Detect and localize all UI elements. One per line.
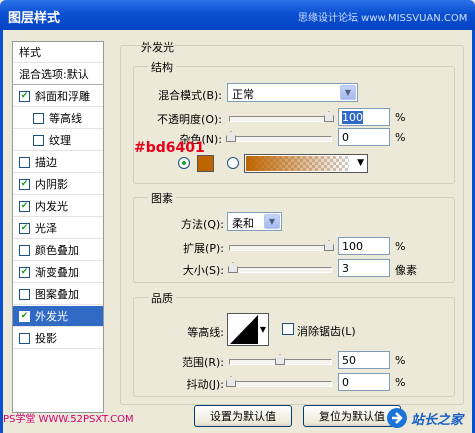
logo-arrow-icon [387, 408, 407, 428]
checkbox-icon[interactable] [33, 112, 44, 124]
antialias-checkbox[interactable] [282, 323, 294, 335]
sidebar-item[interactable]: 描边 [13, 152, 103, 173]
size-label: 大小(S): [182, 264, 224, 277]
gradient-radio[interactable] [227, 157, 239, 169]
checkbox-icon[interactable] [33, 134, 44, 146]
opacity-label: 不透明度(O): [157, 113, 222, 126]
noise-input[interactable]: 0 [338, 128, 390, 146]
bottom-watermark: PS学堂 WWW.52PSXT.COM [3, 414, 134, 425]
range-label: 范围(R): [182, 356, 224, 369]
checked-checkbox-icon[interactable]: ✔ [19, 222, 30, 234]
opacity-unit: % [395, 111, 406, 124]
opacity-value: 100 [342, 111, 363, 124]
sidebar-item-label: 光泽 [35, 222, 57, 235]
sidebar-item-label: 内阴影 [35, 178, 68, 191]
set-default-button[interactable]: 设置为默认值 [194, 405, 292, 427]
sidebar-item[interactable]: ✔ 外发光 [13, 306, 103, 327]
sidebar-item-label: 描边 [35, 156, 57, 169]
noise-unit: % [395, 131, 406, 144]
blend-mode-value: 正常 [232, 88, 254, 101]
quality-title: 品质 [148, 290, 176, 306]
gradient-picker[interactable]: ▼ [244, 154, 368, 173]
range-input[interactable]: 50 [338, 351, 390, 369]
size-unit: 像素 [395, 264, 417, 277]
elements-title: 图素 [148, 190, 176, 206]
sidebar-item[interactable]: ✔ 渐变叠加 [13, 262, 103, 283]
blend-options-item[interactable]: 混合选项:默认 [13, 64, 103, 85]
gradient-preview [246, 156, 349, 171]
blend-mode-label: 混合模式(B): [158, 89, 222, 102]
contour-label: 等高线: [187, 326, 224, 339]
triangle-down-icon: ▼ [259, 325, 266, 334]
radio-dot [182, 161, 186, 165]
sidebar-item-label: 外发光 [35, 310, 68, 323]
opacity-input[interactable]: 100 [338, 108, 390, 126]
triangle-down-icon: ▼ [357, 158, 364, 168]
structure-title: 结构 [148, 59, 176, 75]
contour-picker[interactable]: ▼ [227, 313, 269, 346]
chevron-down-icon: ▼ [340, 85, 356, 100]
spread-slider[interactable] [229, 240, 334, 251]
sidebar-item[interactable]: 颜色叠加 [13, 240, 103, 261]
spread-label: 扩展(P): [183, 242, 224, 255]
checkbox-icon[interactable] [19, 156, 30, 168]
jitter-input[interactable]: 0 [338, 373, 390, 391]
title-bar: 图层样式 思缘设计论坛 www.MISSVUAN.COM [0, 0, 475, 30]
checked-checkbox-icon[interactable]: ✔ [19, 310, 30, 322]
checkbox-icon[interactable] [19, 332, 30, 344]
antialias-label: 消除锯齿(L) [297, 325, 356, 338]
color-annotation: #bd6401 [134, 140, 205, 156]
sidebar-item-label: 内发光 [35, 200, 68, 213]
checked-checkbox-icon[interactable]: ✔ [19, 266, 30, 278]
checkbox-icon[interactable] [19, 244, 30, 256]
noise-slider[interactable] [226, 131, 332, 142]
jitter-unit: % [395, 376, 406, 389]
styles-header[interactable]: 样式 [13, 42, 103, 63]
jitter-label: 抖动(J): [186, 378, 224, 391]
method-label: 方法(Q): [181, 218, 224, 231]
range-slider[interactable] [229, 354, 332, 365]
sidebar-item-label: 纹理 [49, 134, 71, 147]
opacity-slider[interactable] [229, 111, 334, 122]
chevron-down-icon: ▼ [264, 214, 280, 229]
sidebar-item[interactable]: 图案叠加 [13, 284, 103, 305]
sidebar-item[interactable]: ✔ 斜面和浮雕 [13, 86, 103, 107]
size-slider[interactable] [228, 262, 332, 273]
checkbox-icon[interactable] [19, 288, 30, 300]
size-input[interactable]: 3 [338, 259, 390, 277]
method-value: 柔和 [232, 217, 254, 230]
sidebar-item-label: 投影 [35, 332, 57, 345]
spread-unit: % [395, 240, 406, 253]
blend-mode-select[interactable]: 正常 ▼ [227, 83, 358, 102]
sidebar-item[interactable]: ✔ 光泽 [13, 218, 103, 239]
checked-checkbox-icon[interactable]: ✔ [19, 90, 30, 102]
sidebar-item[interactable]: ✔ 内发光 [13, 196, 103, 217]
sidebar-item[interactable]: 等高线 [13, 108, 103, 129]
checked-checkbox-icon[interactable]: ✔ [19, 178, 30, 190]
method-select[interactable]: 柔和 ▼ [227, 212, 282, 231]
sidebar-item-label: 图案叠加 [35, 288, 79, 301]
glow-color-swatch[interactable] [197, 155, 214, 172]
sidebar-item[interactable]: 投影 [13, 328, 103, 349]
checked-checkbox-icon[interactable]: ✔ [19, 200, 30, 212]
jitter-slider[interactable] [226, 376, 332, 387]
sidebar-item-label: 等高线 [49, 112, 82, 125]
spread-input[interactable]: 100 [338, 237, 390, 255]
logo-text: 站长之家 [411, 412, 464, 428]
contour-preview-icon [230, 315, 258, 344]
sidebar-item-label: 斜面和浮雕 [35, 90, 90, 103]
range-unit: % [395, 354, 406, 367]
styles-list: 样式 混合选项:默认 ✔ 斜面和浮雕等高线纹理描边 ✔ 内阴影 ✔ 内发光 ✔ 光泽颜色叠加 ✔… [12, 41, 104, 413]
sidebar-item[interactable]: ✔ 内阴影 [13, 174, 103, 195]
sidebar-item-label: 渐变叠加 [35, 266, 79, 279]
sidebar-item-label: 颜色叠加 [35, 244, 79, 257]
title-watermark: 思缘设计论坛 www.MISSVUAN.COM [298, 13, 468, 24]
sidebar-item[interactable]: 纹理 [13, 130, 103, 151]
color-radio[interactable] [178, 157, 190, 169]
site-logo: 站长之家 [386, 403, 472, 433]
window-title: 图层样式 [8, 11, 61, 26]
